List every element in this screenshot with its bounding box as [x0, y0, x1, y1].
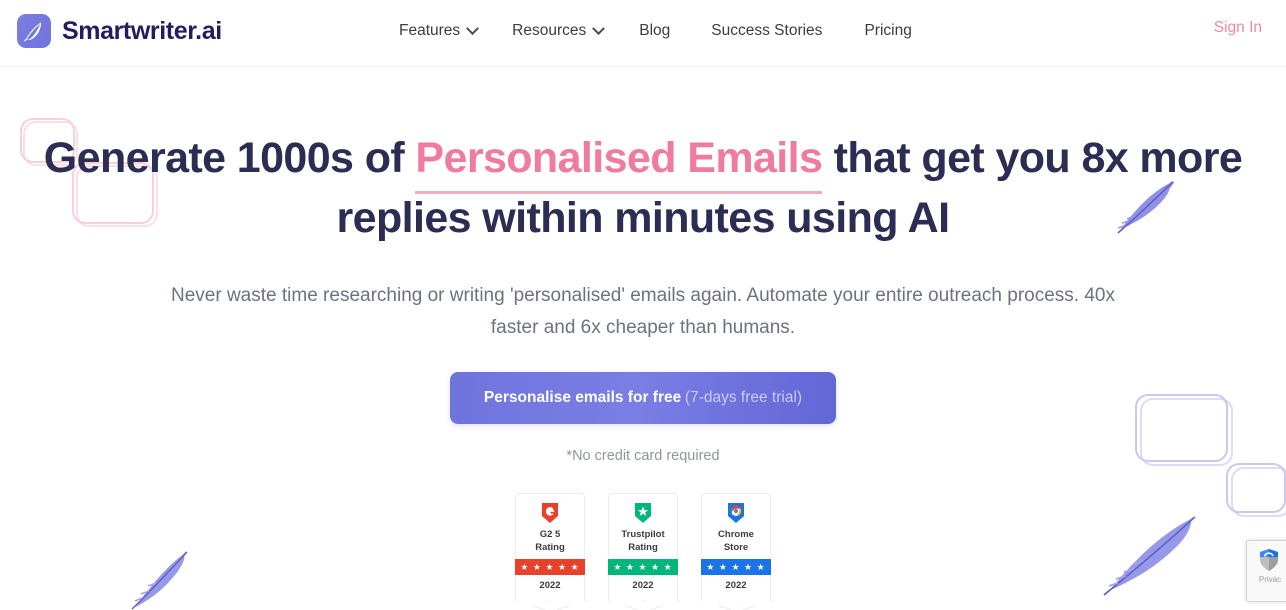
- nav-item-pricing-label: Pricing: [864, 22, 912, 39]
- badge-chrome-store-title-line2: Store: [723, 542, 749, 553]
- nav-item-features[interactable]: Features: [399, 19, 480, 43]
- headline-part-1: Generate 1000s of: [43, 134, 416, 182]
- cta-main-label: Personalise emails for free: [483, 389, 682, 406]
- rating-badges: G2 5 Rating ★ ★ ★ ★ ★ 2022 Trustpilot Ra…: [0, 493, 1286, 610]
- nav-item-resources[interactable]: Resources: [512, 19, 606, 43]
- sign-in-link[interactable]: Sign In: [1214, 19, 1262, 37]
- chrome-shield-icon: [702, 500, 770, 526]
- cta-sub-label: (7-days free trial): [684, 389, 803, 406]
- badge-g2-title-line1: G2 5: [539, 529, 561, 540]
- feather-logo-icon: [17, 14, 51, 48]
- recaptcha-icon: [1260, 549, 1278, 571]
- nav-item-success-stories-label: Success Stories: [711, 22, 823, 39]
- nav-item-resources-label: Resources: [512, 22, 587, 39]
- badge-g2-title-line2: Rating: [535, 542, 565, 553]
- badge-chrome-store-title-line1: Chrome: [718, 529, 754, 540]
- headline-accent: Personalised Emails: [415, 134, 823, 182]
- chevron-down-icon: [466, 21, 480, 35]
- badge-g2-year: 2022: [539, 580, 561, 591]
- badge-chrome-store-title: Chrome Store: [702, 526, 770, 559]
- recaptcha-badge[interactable]: Privac: [1246, 540, 1286, 602]
- brand-name: Smartwriter.ai: [62, 16, 222, 45]
- personalise-emails-cta-button[interactable]: Personalise emails for free (7-days free…: [449, 372, 837, 424]
- badge-trustpilot-title-line2: Rating: [628, 542, 658, 553]
- badge-g2-stars: ★ ★ ★ ★ ★: [515, 559, 585, 575]
- brand-logo[interactable]: Smartwriter.ai: [17, 14, 222, 48]
- recaptcha-label: Privac: [1258, 575, 1282, 584]
- badge-trustpilot-stars: ★ ★ ★ ★ ★: [608, 559, 678, 575]
- hero-subheading: Never waste time researching or writing …: [171, 285, 1115, 338]
- trustpilot-shield-icon: [609, 500, 677, 526]
- nav-item-features-label: Features: [399, 22, 461, 39]
- nav-item-pricing[interactable]: Pricing: [864, 19, 911, 43]
- badge-chrome-store-tail: [701, 600, 773, 610]
- badge-trustpilot-title: Trustpilot Rating: [609, 526, 677, 559]
- hero-section: Generate 1000s of Personalised Emails th…: [0, 67, 1286, 610]
- g2-shield-icon: [516, 500, 584, 526]
- cta-container: Personalise emails for free (7-days free…: [0, 372, 1286, 424]
- badge-g2-title: G2 5 Rating: [516, 526, 584, 559]
- nav-item-success-stories[interactable]: Success Stories: [711, 19, 822, 43]
- no-credit-card-note: *No credit card required: [566, 448, 720, 464]
- badge-trustpilot-title-line1: Trustpilot: [621, 529, 665, 540]
- badge-g2[interactable]: G2 5 Rating ★ ★ ★ ★ ★ 2022: [515, 493, 587, 610]
- nav-item-blog-label: Blog: [639, 22, 671, 39]
- badge-trustpilot-tail: [608, 600, 680, 610]
- main-navigation: Features Resources Blog Success Stories …: [399, 19, 912, 43]
- nav-item-blog[interactable]: Blog: [639, 19, 670, 43]
- badge-trustpilot-year: 2022: [632, 580, 654, 591]
- badge-trustpilot[interactable]: Trustpilot Rating ★ ★ ★ ★ ★ 2022: [608, 493, 680, 610]
- badge-chrome-store[interactable]: Chrome Store ★ ★ ★ ★ ★ 2022: [701, 493, 773, 610]
- badge-chrome-store-year: 2022: [725, 580, 747, 591]
- chevron-down-icon: [592, 21, 606, 35]
- page-root: Smartwriter.ai Features Resources Blog S…: [0, 0, 1286, 610]
- badge-g2-tail: [515, 600, 587, 610]
- page-title: Generate 1000s of Personalised Emails th…: [0, 128, 1286, 248]
- site-header: Smartwriter.ai Features Resources Blog S…: [0, 0, 1286, 67]
- badge-chrome-store-stars: ★ ★ ★ ★ ★: [701, 559, 771, 575]
